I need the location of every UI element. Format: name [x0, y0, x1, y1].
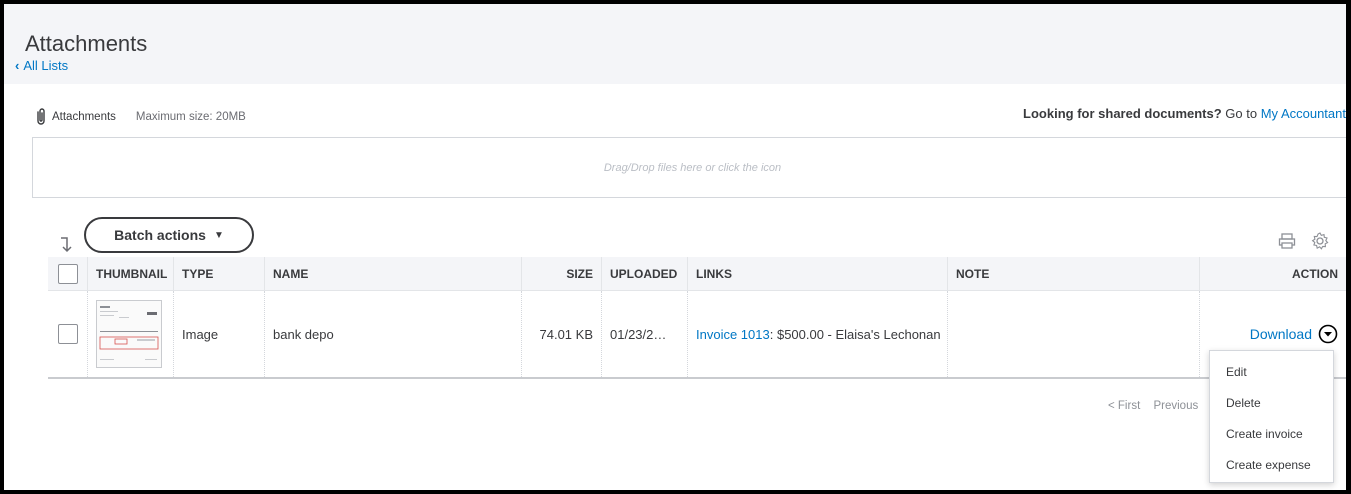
attachments-label: Attachments: [52, 111, 116, 123]
row-check-cell: [48, 291, 88, 377]
column-header-uploaded[interactable]: UPLOADED: [602, 257, 688, 290]
print-icon[interactable]: [1278, 232, 1296, 250]
row-type: Image: [174, 291, 265, 377]
row-uploaded: 01/23/2…: [602, 291, 688, 377]
select-all-checkbox[interactable]: [57, 263, 78, 284]
paperclip-icon[interactable]: [34, 108, 48, 126]
table-row: Image bank depo 74.01 KB 01/23/2… Invoic…: [48, 291, 1346, 379]
column-header-type[interactable]: TYPE: [174, 257, 265, 290]
pagination: < First Previous: [1108, 400, 1208, 412]
attachment-thumbnail[interactable]: [96, 300, 162, 368]
row-note[interactable]: [948, 291, 1200, 377]
dropzone-hint: Drag/Drop files here or click the icon: [603, 161, 782, 174]
column-header-action: ACTION: [1292, 266, 1338, 281]
page-header: Attachments ‹ All Lists: [4, 4, 1346, 84]
column-header-note[interactable]: NOTE: [948, 257, 1200, 290]
caret-down-icon: ▼: [213, 229, 224, 241]
menu-item-edit[interactable]: Edit: [1210, 356, 1333, 387]
menu-item-delete[interactable]: Delete: [1210, 387, 1333, 418]
chevron-down-circle-icon[interactable]: [1318, 324, 1338, 344]
column-header-name[interactable]: NAME: [265, 257, 522, 290]
chevron-left-icon: ‹: [15, 58, 20, 73]
max-size-label: Maximum size: 20MB: [135, 111, 246, 123]
invoice-link-detail: : $500.00 - Elaisa's Lechonan: [769, 326, 941, 342]
action-dropdown-menu: Edit Delete Create invoice Create expens…: [1209, 350, 1334, 483]
pager-first[interactable]: < First: [1108, 400, 1140, 412]
shared-prompt: Looking for shared documents?: [1023, 106, 1222, 121]
file-dropzone[interactable]: Drag/Drop files here or click the icon: [32, 137, 1346, 198]
shared-goto: Go to: [1225, 106, 1258, 121]
row-checkbox[interactable]: [57, 324, 78, 344]
pager-previous[interactable]: Previous: [1153, 400, 1198, 412]
column-header-thumbnail[interactable]: THUMBNAIL: [88, 257, 174, 290]
back-link-label: All Lists: [23, 58, 69, 73]
column-header-size[interactable]: SIZE: [522, 257, 602, 290]
row-links: Invoice 1013 : $500.00 - Elaisa's Lechon…: [688, 291, 948, 377]
back-to-all-lists-link[interactable]: ‹ All Lists: [15, 58, 68, 73]
invoice-link[interactable]: Invoice 1013: [696, 327, 770, 342]
batch-actions-label: Batch actions: [114, 227, 206, 243]
row-size: 74.01 KB: [522, 291, 602, 377]
menu-item-create-invoice[interactable]: Create invoice: [1210, 418, 1333, 449]
page-title: Attachments: [25, 31, 148, 56]
table-header-row: THUMBNAIL TYPE NAME SIZE UPLOADED LINKS …: [48, 257, 1346, 291]
row-name: bank depo: [265, 291, 522, 377]
my-accountant-link[interactable]: My Accountant: [1261, 106, 1346, 121]
shared-documents-note: Looking for shared documents? Go to My A…: [1023, 106, 1346, 121]
gear-icon[interactable]: [1310, 231, 1330, 251]
app-frame: Attachments ‹ All Lists Attachments Maxi…: [0, 0, 1351, 494]
batch-actions-button[interactable]: Batch actions ▼: [84, 217, 254, 253]
row-thumbnail-cell: [88, 291, 174, 377]
select-all-cell: [48, 257, 88, 290]
menu-item-create-expense[interactable]: Create expense: [1210, 449, 1333, 480]
attachments-bar: Attachments Maximum size: 20MB: [34, 108, 246, 126]
attachments-table: THUMBNAIL TYPE NAME SIZE UPLOADED LINKS …: [48, 257, 1346, 379]
download-link[interactable]: Download: [1250, 326, 1312, 342]
column-header-links[interactable]: LINKS: [688, 257, 948, 290]
document-preview-icon: [99, 306, 159, 360]
sort-arrow-icon[interactable]: [58, 236, 72, 254]
